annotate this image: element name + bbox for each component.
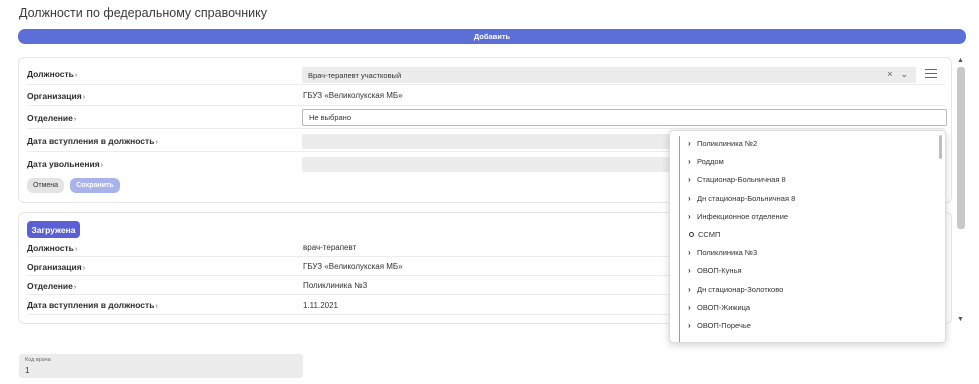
chevron-right-icon[interactable]: › bbox=[688, 212, 697, 221]
dropdown-option-label: Поликлиника №2 bbox=[697, 139, 758, 148]
position-select-value: Врач-терапевт участковый bbox=[308, 70, 402, 80]
circle-icon[interactable] bbox=[689, 232, 694, 237]
dropdown-option[interactable]: › Поликлиника №2 bbox=[688, 139, 757, 148]
dropdown-option-label: ОВОП-Жижица bbox=[697, 302, 751, 312]
dropdown-option-label: ССМП bbox=[698, 230, 721, 239]
page-scrollbar[interactable]: ▲ ▼ bbox=[955, 57, 966, 323]
record-department-value: Поликлиника №3 bbox=[303, 281, 368, 290]
dropdown-option[interactable]: › Инфекционное отделение bbox=[688, 212, 788, 221]
organization-label: Организация bbox=[27, 90, 82, 101]
chevron-right-icon: › bbox=[74, 72, 78, 79]
dropdown-option[interactable]: › ОВОП-Жижица bbox=[688, 303, 750, 312]
scrollbar-thumb[interactable] bbox=[957, 67, 965, 229]
dropdown-option[interactable]: › ОВОП-Кунья bbox=[688, 266, 742, 275]
chevron-right-icon[interactable]: › bbox=[688, 175, 697, 184]
chevron-right-icon[interactable]: › bbox=[688, 248, 697, 257]
dropdown-option-label: Инфекционное отделение bbox=[697, 211, 789, 221]
dropdown-option-label: ОВОП-Поречье bbox=[697, 321, 751, 330]
dropdown-option-label: Роддом bbox=[697, 157, 724, 167]
chevron-right-icon: › bbox=[155, 303, 158, 310]
scroll-down-icon[interactable]: ▼ bbox=[957, 316, 964, 323]
record-position-value: врач-терапевт bbox=[303, 243, 357, 252]
record-organization-label: Организация bbox=[27, 261, 82, 272]
organization-row: Организация› ГБУЗ «Великолукская МБ» bbox=[27, 86, 945, 106]
position-label: Должность bbox=[27, 69, 74, 79]
chevron-right-icon: › bbox=[73, 115, 77, 123]
record-department-label: Отделение bbox=[27, 280, 73, 291]
doctor-code-field[interactable]: Код врача 1 bbox=[19, 354, 303, 378]
status-badge: Загружена bbox=[27, 221, 80, 238]
start-date-input[interactable] bbox=[302, 134, 672, 149]
dropdown-option-label: Дн стационар-Золотково bbox=[697, 284, 784, 294]
dropdown-option[interactable]: › Дн стационар-Больничная 8 bbox=[688, 194, 795, 203]
dropdown-option[interactable]: › Стационар-Больничная 8 bbox=[688, 175, 786, 184]
chevron-right-icon[interactable]: › bbox=[688, 157, 697, 166]
chevron-right-icon[interactable]: › bbox=[688, 139, 697, 148]
end-date-label: Дата увольнения bbox=[27, 159, 100, 169]
clear-icon[interactable]: × bbox=[887, 69, 892, 80]
dropdown-option-label: Дн стационар-Больничная 8 bbox=[697, 193, 796, 203]
organization-value: ГБУЗ «Великолукская МБ» bbox=[303, 91, 403, 100]
tree-guide-line bbox=[679, 136, 680, 342]
chevron-right-icon[interactable]: › bbox=[688, 266, 697, 275]
record-organization-value: ГБУЗ «Великолукская МБ» bbox=[303, 262, 403, 271]
cancel-button[interactable]: Отмена bbox=[27, 178, 64, 193]
department-select[interactable]: Не выбрано bbox=[302, 109, 947, 126]
dropdown-option[interactable]: › Дн стационар-Золотково bbox=[688, 285, 783, 294]
chevron-right-icon: › bbox=[73, 283, 77, 291]
dropdown-scrollbar-thumb[interactable] bbox=[939, 135, 942, 159]
dropdown-option-label: Поликлиника №3 bbox=[697, 248, 758, 258]
end-date-input[interactable] bbox=[302, 157, 672, 172]
doctor-code-value: 1 bbox=[25, 366, 30, 375]
doctor-code-caption: Код врача bbox=[25, 357, 51, 363]
position-select[interactable]: Врач-терапевт участковый × ⌄ bbox=[302, 67, 916, 83]
chevron-right-icon[interactable]: › bbox=[688, 321, 697, 330]
chevron-right-icon: › bbox=[82, 264, 86, 272]
chevron-right-icon[interactable]: › bbox=[688, 194, 697, 203]
list-icon[interactable] bbox=[925, 69, 937, 79]
dropdown-option[interactable]: › Роддом bbox=[688, 157, 724, 166]
dropdown-option[interactable]: › Поликлиника №3 bbox=[688, 248, 757, 257]
add-button[interactable]: Добавить bbox=[18, 29, 966, 44]
chevron-down-icon[interactable]: ⌄ bbox=[900, 69, 908, 80]
chevron-right-icon[interactable]: › bbox=[688, 303, 697, 312]
dropdown-option[interactable]: ССМП bbox=[688, 230, 720, 239]
department-label: Отделение bbox=[27, 112, 73, 123]
dropdown-option-label: Стационар-Больничная 8 bbox=[697, 175, 786, 185]
chevron-right-icon: › bbox=[82, 93, 86, 101]
record-position-label: Должность bbox=[27, 242, 74, 253]
page-title: Должности по федеральному справочнику bbox=[19, 6, 268, 20]
department-select-value: Не выбрано bbox=[309, 113, 351, 122]
department-dropdown: › Поликлиника №2 › Роддом › Стационар-Больнич… bbox=[669, 130, 946, 343]
chevron-right-icon: › bbox=[155, 138, 158, 146]
chevron-right-icon: › bbox=[100, 162, 104, 169]
scroll-up-icon[interactable]: ▲ bbox=[957, 57, 964, 64]
dropdown-option[interactable]: › ОВОП-Поречье bbox=[688, 321, 751, 330]
record-start-date-value: 1.11.2021 bbox=[303, 300, 338, 310]
chevron-right-icon[interactable]: › bbox=[688, 285, 697, 294]
save-button[interactable]: Сохранить bbox=[70, 178, 120, 193]
dropdown-option-label: ОВОП-Кунья bbox=[697, 266, 742, 276]
start-date-label: Дата вступления в должность bbox=[27, 135, 155, 146]
record-start-date-label: Дата вступления в должность bbox=[27, 300, 155, 310]
chevron-right-icon: › bbox=[74, 245, 78, 253]
